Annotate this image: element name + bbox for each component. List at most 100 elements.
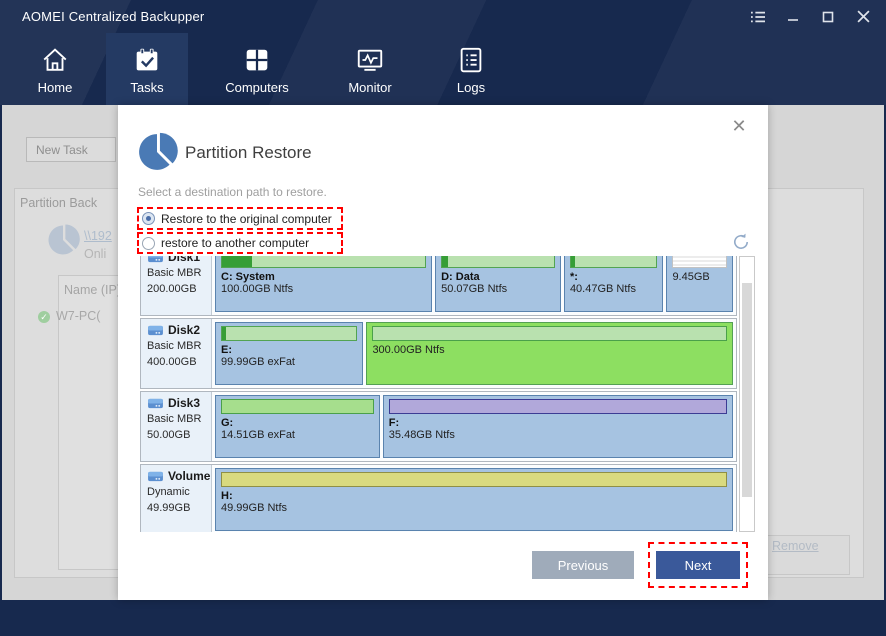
disk-row-volume[interactable]: Volume Dynamic 49.99GB H: 49.99GB Ntfs: [140, 464, 737, 532]
partition-h[interactable]: H: 49.99GB Ntfs: [215, 468, 733, 531]
scrollbar-thumb[interactable]: [742, 283, 752, 497]
monitor-icon: [355, 45, 385, 75]
partition-f[interactable]: F: 35.48GB Ntfs: [382, 395, 733, 458]
home-icon: [40, 45, 70, 75]
disk-info: Disk2 Basic MBR 400.00GB: [141, 319, 212, 388]
disk-list: Disk1 Basic MBR 200.00GB C: System 100.00GB …: [140, 256, 755, 532]
disk-name: Disk3: [147, 395, 211, 412]
nav-label: Logs: [456, 80, 486, 95]
previous-button[interactable]: Previous: [532, 551, 634, 579]
dialog-close-icon[interactable]: ✕: [725, 113, 753, 139]
partition-info: 9.45GB: [672, 271, 710, 283]
radio-label: restore to another computer: [161, 236, 310, 250]
partition-info: 35.48GB Ntfs: [388, 429, 455, 441]
partition-label: C: System: [221, 271, 275, 283]
usage-bar: [221, 472, 727, 487]
logs-icon: [456, 45, 486, 75]
new-task-button: New Task: [26, 137, 116, 162]
usage-bar: [388, 399, 727, 414]
partition-ddata[interactable]: D: Data 50.07GB Ntfs: [435, 256, 561, 312]
partition-restore-dialog: ✕ Partition Restore Select a destination…: [118, 105, 768, 600]
usage-bar: [221, 399, 374, 414]
disk-partitions: G: 14.51GB exFat F: 35.48GB Ntfs: [212, 392, 736, 461]
disk-row-disk2[interactable]: Disk2 Basic MBR 400.00GB E: 99.99GB exFat 300…: [140, 318, 737, 389]
partition-label: D: Data: [441, 271, 480, 283]
disk-size: 49.99GB: [147, 502, 191, 515]
radio-unselected-icon[interactable]: [142, 236, 155, 250]
disk-size: 400.00GB: [147, 356, 197, 369]
usage-bar: [372, 326, 727, 341]
partition-info: 49.99GB Ntfs: [221, 502, 288, 514]
disk-name: Volume: [147, 468, 211, 485]
disk-partitions: C: System 100.00GB Ntfs D: Data 50.07GB Ntf…: [212, 256, 736, 315]
computer-name: W7-PC(: [56, 309, 101, 323]
task-panel-title: Partition Back: [20, 196, 98, 210]
disk-row-disk1[interactable]: Disk1 Basic MBR 200.00GB C: System 100.00GB …: [140, 256, 737, 316]
radio-selected-icon[interactable]: [142, 212, 155, 225]
disk-list-scrollbar[interactable]: [739, 256, 755, 532]
disk-partitions: H: 49.99GB Ntfs: [212, 465, 736, 532]
radio-restore-original[interactable]: Restore to the original computer: [137, 207, 343, 230]
usage-bar: [672, 256, 727, 268]
nav-label: Tasks: [130, 80, 164, 95]
partition-info: 100.00GB Ntfs: [221, 283, 294, 295]
next-annotation-box: [648, 542, 748, 588]
online-check-icon: ✓: [38, 311, 50, 323]
dialog-title: Partition Restore: [185, 143, 312, 162]
disk-info: Disk3 Basic MBR 50.00GB: [141, 392, 212, 461]
task-pie-icon: [48, 224, 80, 255]
nav-label: Home: [37, 80, 73, 95]
tasks-icon: [132, 45, 162, 75]
partition-label: E:: [221, 344, 232, 356]
partition-restore-pie-icon: [139, 132, 178, 170]
refresh-icon[interactable]: [731, 232, 751, 252]
minimize-button[interactable]: [780, 5, 806, 29]
partition-info: 300.00GB Ntfs: [372, 344, 445, 356]
disk-size: 50.00GB: [147, 429, 191, 442]
remove-link: Remove: [772, 539, 819, 553]
nav-tab-logs[interactable]: Logs: [438, 33, 504, 105]
menu-icon[interactable]: [745, 5, 771, 29]
partition-csystem[interactable]: C: System 100.00GB Ntfs: [215, 256, 433, 312]
disk-size: 200.00GB: [147, 283, 197, 296]
partition-info: 99.99GB exFat: [221, 356, 295, 368]
disk-type: Basic MBR: [147, 340, 202, 353]
partition-[interactable]: *: 40.47GB Ntfs: [563, 256, 664, 312]
partition-info: 50.07GB Ntfs: [441, 283, 508, 295]
dialog-subtitle: Select a destination path to restore.: [138, 185, 327, 199]
disk-partitions: E: 99.99GB exFat 300.00GB Ntfs: [212, 319, 736, 388]
disk-info: Disk1 Basic MBR 200.00GB: [141, 256, 212, 315]
main-nav: Home Tasks Computers Monitor Logs: [0, 33, 886, 105]
nav-tab-home[interactable]: Home: [20, 33, 90, 105]
partition-e[interactable]: E: 99.99GB exFat: [215, 322, 364, 385]
radio-label: Restore to the original computer: [161, 211, 332, 226]
partition-info: 40.47GB Ntfs: [569, 283, 636, 295]
app-window: AOMEI Centralized Backupper Home Tasks C…: [0, 0, 886, 636]
disk-info: Volume Dynamic 49.99GB: [141, 465, 212, 532]
nav-tab-computers[interactable]: Computers: [206, 33, 308, 105]
usage-bar: [221, 326, 358, 341]
nav-tab-monitor[interactable]: Monitor: [328, 33, 412, 105]
partition-g[interactable]: G: 14.51GB exFat: [215, 395, 380, 458]
usage-bar: [441, 256, 555, 268]
nav-tab-tasks[interactable]: Tasks: [106, 33, 188, 105]
nav-label: Monitor: [348, 80, 392, 95]
radio-restore-another[interactable]: restore to another computer: [137, 232, 343, 254]
table-header-name-ip: Name (IP): [64, 283, 121, 297]
partition-label: *:: [569, 271, 578, 283]
disk-name: Disk2: [147, 322, 211, 339]
computer-status: Onli: [84, 247, 107, 261]
window-controls: [745, 0, 876, 33]
partition-unnamed[interactable]: 9.45GB: [666, 256, 733, 312]
maximize-button[interactable]: [815, 5, 841, 29]
partition-label: F:: [388, 417, 400, 429]
partition-label: G:: [221, 417, 234, 429]
nav-label: Computers: [225, 80, 289, 95]
partition-unnamed[interactable]: 300.00GB Ntfs: [366, 322, 733, 385]
usage-bar: [221, 256, 427, 268]
computer-link: \\192: [84, 229, 112, 243]
partition-label: H:: [221, 490, 233, 502]
disk-row-disk3[interactable]: Disk3 Basic MBR 50.00GB G: 14.51GB exFat F: 35…: [140, 391, 737, 462]
close-button[interactable]: [850, 5, 876, 29]
titlebar: AOMEI Centralized Backupper: [0, 0, 886, 33]
